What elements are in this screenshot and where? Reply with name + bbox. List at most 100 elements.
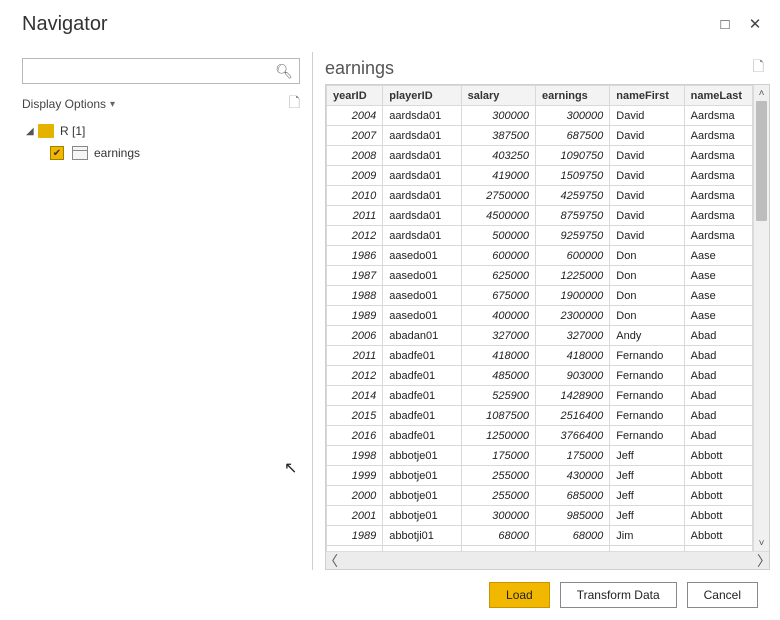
transform-data-button[interactable]: Transform Data — [560, 582, 677, 608]
cell-yearid: 2008 — [327, 146, 383, 166]
scroll-thumb[interactable] — [756, 101, 767, 221]
cell-namefirst: David — [610, 146, 684, 166]
cell-salary: 418000 — [461, 346, 535, 366]
cell-namelast: Abbott — [684, 526, 752, 546]
maximize-button[interactable]: □ — [710, 9, 740, 39]
cell-yearid: 1987 — [327, 266, 383, 286]
scroll-down-arrow-icon[interactable]: ˅ — [754, 535, 769, 551]
preview-table-container: yearID playerID salary earnings nameFirs… — [325, 84, 770, 570]
vertical-scrollbar[interactable]: ˄ ˅ — [753, 85, 769, 551]
table-row[interactable]: 1998abbotje01175000175000JeffAbbott — [327, 446, 753, 466]
cell-namefirst: Jeff — [610, 506, 684, 526]
cell-namefirst: David — [610, 166, 684, 186]
cell-earnings: 985000 — [535, 506, 609, 526]
close-button[interactable]: ✕ — [740, 9, 770, 39]
search-icon[interactable]: 🔍︎ — [275, 63, 293, 80]
table-row[interactable]: 2000abbotje01255000685000JeffAbbott — [327, 486, 753, 506]
cell-namelast: Abad — [684, 386, 752, 406]
display-options-dropdown[interactable]: Display Options ▾ 🗋 — [22, 94, 300, 114]
cell-namelast: Aardsma — [684, 186, 752, 206]
cell-namefirst: Fernando — [610, 406, 684, 426]
cell-yearid: 2009 — [327, 166, 383, 186]
refresh-icon[interactable]: 🗋 — [289, 92, 300, 116]
tree-root-label: R [1] — [60, 124, 85, 138]
cell-earnings: 327000 — [535, 326, 609, 346]
cell-namelast: Aardsma — [684, 166, 752, 186]
cell-earnings: 175000 — [535, 446, 609, 466]
cell-yearid: 1999 — [327, 466, 383, 486]
cell-salary: 255000 — [461, 466, 535, 486]
cell-yearid: 2006 — [327, 326, 383, 346]
cancel-button[interactable]: Cancel — [687, 582, 758, 608]
cell-earnings: 1225000 — [535, 266, 609, 286]
cell-namelast: Aase — [684, 266, 752, 286]
cell-playerid: abadfe01 — [383, 386, 461, 406]
col-header-namefirst[interactable]: nameFirst — [610, 86, 684, 106]
cell-namelast: Abbott — [684, 506, 752, 526]
search-field-container: 🔍︎ — [22, 58, 300, 84]
scroll-right-arrow-icon[interactable]: 〉 — [747, 552, 769, 569]
cell-salary: 500000 — [461, 226, 535, 246]
table-row[interactable]: 2011aardsda0145000008759750DavidAardsma — [327, 206, 753, 226]
table-row[interactable]: 2014abadfe015259001428900FernandoAbad — [327, 386, 753, 406]
cell-namefirst: David — [610, 186, 684, 206]
table-row[interactable]: 2010aardsda0127500004259750DavidAardsma — [327, 186, 753, 206]
scroll-left-arrow-icon[interactable]: 〈 — [326, 552, 348, 569]
col-header-salary[interactable]: salary — [461, 86, 535, 106]
cell-salary: 4500000 — [461, 206, 535, 226]
tree-child-earnings[interactable]: ✔ earnings — [22, 142, 300, 164]
table-row[interactable]: 2009aardsda014190001509750DavidAardsma — [327, 166, 753, 186]
table-icon — [72, 146, 88, 160]
cell-namelast: Aardsma — [684, 106, 752, 126]
table-row[interactable]: 1999abbotje01255000430000JeffAbbott — [327, 466, 753, 486]
col-header-playerid[interactable]: playerID — [383, 86, 461, 106]
cell-salary: 255000 — [461, 486, 535, 506]
table-row[interactable]: 2001abbotje01300000985000JeffAbbott — [327, 506, 753, 526]
cell-earnings: 430000 — [535, 466, 609, 486]
expand-collapse-icon[interactable]: ◢ — [26, 126, 38, 137]
table-row[interactable]: 1986aasedo01600000600000DonAase — [327, 246, 753, 266]
cell-salary: 327000 — [461, 326, 535, 346]
table-row[interactable]: 2004aardsda01300000300000DavidAardsma — [327, 106, 753, 126]
cell-namelast: Aardsma — [684, 226, 752, 246]
table-row[interactable]: 2016abadfe0112500003766400FernandoAbad — [327, 426, 753, 446]
cell-yearid: 1989 — [327, 526, 383, 546]
search-input[interactable] — [29, 60, 275, 82]
table-row[interactable]: 1987aasedo016250001225000DonAase — [327, 266, 753, 286]
cell-salary: 300000 — [461, 506, 535, 526]
tree-checkbox[interactable]: ✔ — [50, 146, 64, 160]
col-header-yearid[interactable]: yearID — [327, 86, 383, 106]
cell-namelast: Abbott — [684, 486, 752, 506]
cell-namefirst: Jim — [610, 526, 684, 546]
table-row[interactable]: 2012aardsda015000009259750DavidAardsma — [327, 226, 753, 246]
preview-action-icon[interactable]: 🗋 — [753, 56, 770, 80]
cell-namefirst: David — [610, 106, 684, 126]
table-header-row: yearID playerID salary earnings nameFirs… — [327, 86, 753, 106]
cell-playerid: abadan01 — [383, 326, 461, 346]
col-header-earnings[interactable]: earnings — [535, 86, 609, 106]
table-row[interactable]: 1989aasedo014000002300000DonAase — [327, 306, 753, 326]
cell-salary: 525900 — [461, 386, 535, 406]
cell-earnings: 68000 — [535, 526, 609, 546]
table-row[interactable]: 2015abadfe0110875002516400FernandoAbad — [327, 406, 753, 426]
table-row[interactable]: 2008aardsda014032501090750DavidAardsma — [327, 146, 753, 166]
cell-yearid: 1986 — [327, 246, 383, 266]
col-header-namelast[interactable]: nameLast — [684, 86, 752, 106]
tree-root-node[interactable]: ◢ R [1] — [22, 120, 300, 142]
table-row[interactable]: 1989abbotji016800068000JimAbbott — [327, 526, 753, 546]
horizontal-scrollbar[interactable]: 〈 〉 — [326, 551, 769, 569]
table-row[interactable]: 2006abadan01327000327000AndyAbad — [327, 326, 753, 346]
cell-playerid: abadfe01 — [383, 426, 461, 446]
table-row[interactable]: 2011abadfe01418000418000FernandoAbad — [327, 346, 753, 366]
table-row[interactable]: 1988aasedo016750001900000DonAase — [327, 286, 753, 306]
cell-earnings: 1090750 — [535, 146, 609, 166]
cell-playerid: aardsda01 — [383, 166, 461, 186]
scroll-up-arrow-icon[interactable]: ˄ — [754, 85, 769, 101]
cell-namefirst: Andy — [610, 326, 684, 346]
table-row[interactable]: 2012abadfe01485000903000FernandoAbad — [327, 366, 753, 386]
cell-namefirst: Fernando — [610, 346, 684, 366]
table-row[interactable]: 2007aardsda01387500687500DavidAardsma — [327, 126, 753, 146]
cell-salary: 419000 — [461, 166, 535, 186]
cell-salary: 485000 — [461, 366, 535, 386]
load-button[interactable]: Load — [489, 582, 550, 608]
